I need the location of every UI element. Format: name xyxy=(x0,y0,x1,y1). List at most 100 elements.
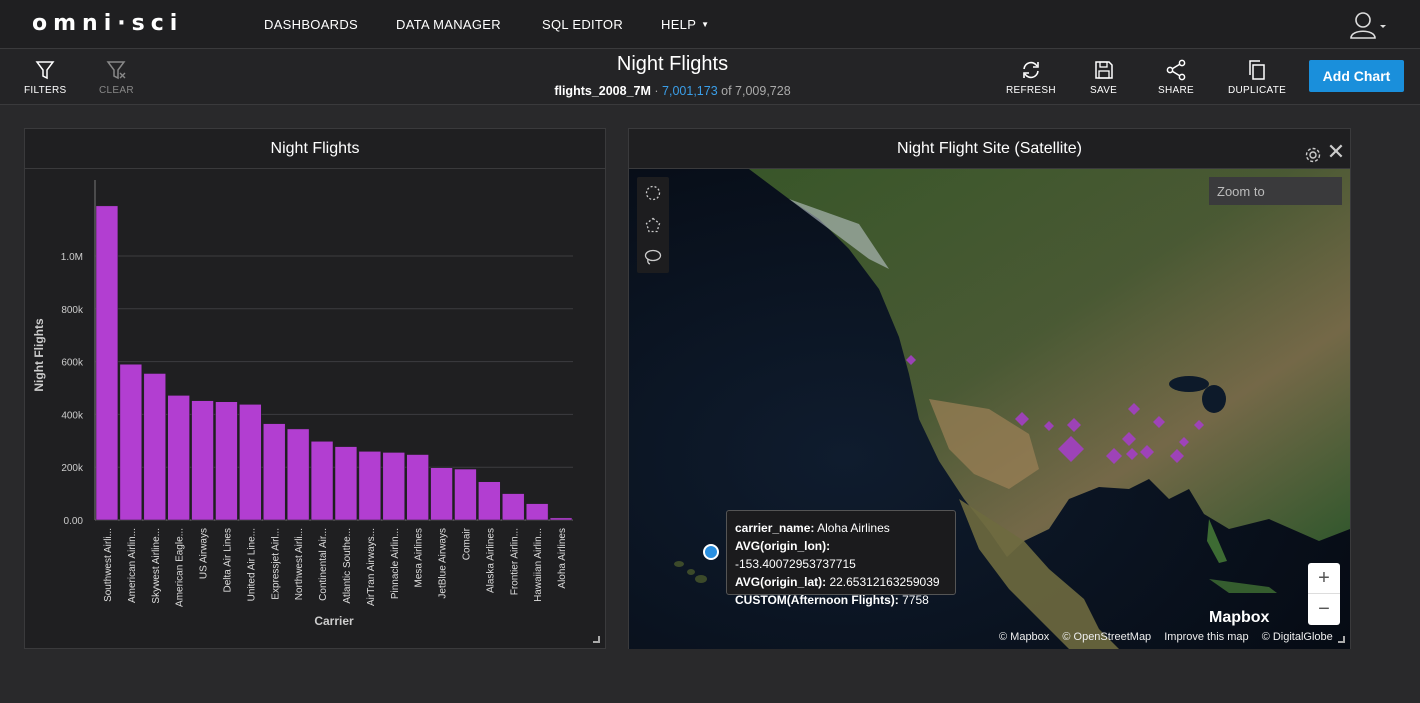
x-tick-label: Pinnacle Airlin... xyxy=(390,528,401,599)
attribution-digitalglobe[interactable]: © DigitalGlobe xyxy=(1262,631,1333,643)
tooltip-value: 7758 xyxy=(902,593,929,607)
x-tick-label: Frontier Airlin... xyxy=(509,528,520,595)
nav-data-manager[interactable]: DATA MANAGER xyxy=(396,17,501,32)
zoom-to-input[interactable] xyxy=(1209,177,1342,205)
tooltip-row: CUSTOM(Afternoon Flights): 7758 xyxy=(735,591,947,609)
tooltip-row: AVG(origin_lon): -153.40072953737715 xyxy=(735,537,947,573)
y-tick-label: 200k xyxy=(61,463,84,474)
flight-marker[interactable] xyxy=(1058,436,1084,462)
resize-handle[interactable] xyxy=(1338,636,1345,643)
bar[interactable] xyxy=(334,446,358,521)
bar[interactable] xyxy=(143,373,166,521)
attribution-mapbox[interactable]: © Mapbox xyxy=(999,631,1049,643)
flight-marker[interactable] xyxy=(906,355,916,365)
bar[interactable] xyxy=(215,401,238,521)
flight-marker[interactable] xyxy=(1128,403,1140,415)
close-icon[interactable]: ✕ xyxy=(1326,132,1346,172)
save-label: SAVE xyxy=(1090,85,1118,96)
bar-chart-title[interactable]: Night Flights xyxy=(25,129,605,169)
tooltip-key: AVG(origin_lat): xyxy=(735,575,827,589)
total-count: of 7,009,728 xyxy=(721,84,791,98)
nav-dashboards[interactable]: DASHBOARDS xyxy=(264,17,358,32)
nav-help-label: HELP xyxy=(661,17,697,32)
bar[interactable] xyxy=(119,363,143,521)
x-tick-label: Expressjet Airl... xyxy=(270,528,281,600)
polygon-select-tool[interactable] xyxy=(637,209,669,241)
refresh-button[interactable]: REFRESH xyxy=(1006,59,1056,96)
resize-handle[interactable] xyxy=(593,636,600,643)
flight-marker[interactable] xyxy=(1044,421,1054,431)
polygon-select-icon xyxy=(645,217,661,233)
bar[interactable] xyxy=(95,205,119,521)
dashboard-toolbar: FILTERS CLEAR Night Flights flights_2008… xyxy=(0,49,1420,105)
bar[interactable] xyxy=(454,468,477,521)
tooltip-row: AVG(origin_lat): 22.65312163259039 xyxy=(735,573,947,591)
bar[interactable] xyxy=(406,454,429,521)
tooltip-row: carrier_name: Aloha Airlines xyxy=(735,519,947,537)
save-icon xyxy=(1094,61,1113,79)
mapbox-logo[interactable]: Mapbox xyxy=(1209,609,1269,627)
save-button[interactable]: SAVE xyxy=(1090,59,1117,96)
lasso-select-tool[interactable] xyxy=(637,241,669,273)
zoom-out-button[interactable]: − xyxy=(1308,594,1340,625)
omnisci-logo[interactable]: omni·sci xyxy=(32,11,183,36)
selected-point-marker[interactable] xyxy=(703,544,719,560)
y-tick-label: 1.0M xyxy=(61,252,83,263)
x-tick-label: Hawaiian Airlin... xyxy=(533,528,544,602)
flight-marker[interactable] xyxy=(1126,448,1138,460)
flight-marker[interactable] xyxy=(1170,449,1184,463)
caret-down-icon: ▼ xyxy=(701,20,710,29)
flight-marker[interactable] xyxy=(1179,437,1189,447)
bar[interactable] xyxy=(263,423,286,521)
flight-marker[interactable] xyxy=(1194,420,1204,430)
share-label: SHARE xyxy=(1158,85,1194,96)
flight-marker[interactable] xyxy=(1140,445,1154,459)
attribution-osm[interactable]: © OpenStreetMap xyxy=(1062,631,1151,643)
x-tick-label: Atlantic Southe... xyxy=(342,528,353,604)
filtered-count: 7,001,173 xyxy=(662,84,718,98)
map-attribution: © Mapbox © OpenStreetMap Improve this ma… xyxy=(999,631,1343,643)
dashboard-title[interactable]: Night Flights xyxy=(0,53,1345,76)
flight-marker[interactable] xyxy=(1106,448,1122,464)
bar[interactable] xyxy=(430,467,453,521)
bar[interactable] xyxy=(191,400,214,521)
map-title[interactable]: Night Flight Site (Satellite) xyxy=(897,140,1082,157)
bar[interactable] xyxy=(502,493,525,521)
map-panel: Night Flight Site (Satellite) ✕ Zoom to … xyxy=(628,128,1351,649)
x-tick-label: United Air Line... xyxy=(246,528,257,601)
tooltip-key: AVG(origin_lon): xyxy=(735,539,831,553)
bar[interactable] xyxy=(525,503,549,521)
bar[interactable] xyxy=(310,441,334,521)
flight-marker[interactable] xyxy=(1067,418,1081,432)
flight-marker[interactable] xyxy=(1122,432,1136,446)
tooltip-key: carrier_name: xyxy=(735,521,815,535)
flight-marker[interactable] xyxy=(1015,412,1029,426)
bar[interactable] xyxy=(358,451,382,521)
x-tick-label: American Eagle... xyxy=(175,528,186,607)
nav-help[interactable]: HELP ▼ xyxy=(661,17,709,32)
bar[interactable] xyxy=(382,452,405,521)
x-tick-label: Delta Air Lines xyxy=(222,528,233,592)
share-icon xyxy=(1166,59,1186,81)
bar[interactable] xyxy=(478,481,501,521)
lasso-icon xyxy=(644,249,662,265)
improve-map-link[interactable]: Improve this map xyxy=(1164,631,1248,643)
y-tick-label: 0.00 xyxy=(64,516,84,527)
circle-select-icon xyxy=(645,185,661,201)
y-tick-label: 600k xyxy=(61,358,84,369)
bar[interactable] xyxy=(167,395,190,521)
bar[interactable] xyxy=(549,517,573,521)
user-menu-button[interactable] xyxy=(1348,10,1388,40)
satellite-map[interactable]: carrier_name: Aloha Airlines AVG(origin_… xyxy=(629,169,1350,649)
zoom-in-button[interactable]: + xyxy=(1308,563,1340,594)
flight-marker[interactable] xyxy=(1153,416,1165,428)
circle-select-tool[interactable] xyxy=(637,177,669,209)
bar[interactable] xyxy=(239,404,262,521)
map-tooltip: carrier_name: Aloha Airlines AVG(origin_… xyxy=(726,510,956,607)
add-chart-button[interactable]: Add Chart xyxy=(1309,60,1404,92)
nav-sql-editor[interactable]: SQL EDITOR xyxy=(542,17,623,32)
bar[interactable] xyxy=(286,428,310,521)
share-button[interactable]: SHARE xyxy=(1158,59,1194,96)
duplicate-button[interactable]: DUPLICATE xyxy=(1228,59,1286,96)
user-icon xyxy=(1350,12,1386,39)
